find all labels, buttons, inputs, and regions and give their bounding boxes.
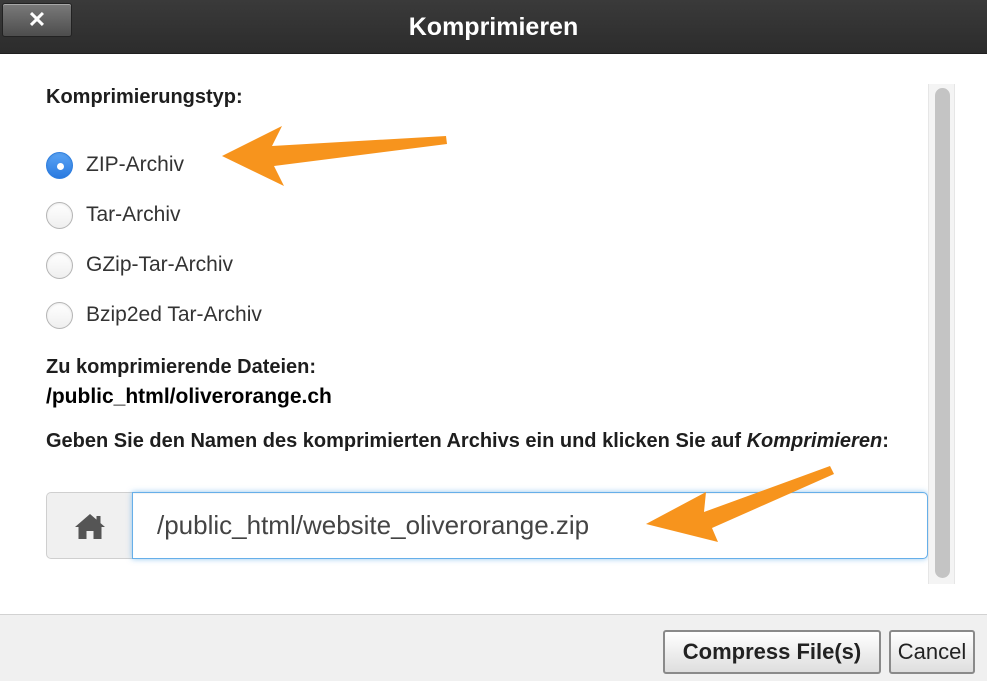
input-addon [46,492,132,559]
radio-button-bzip2-tar[interactable] [46,301,73,329]
radio-button-zip[interactable] [46,151,73,179]
dialog-title: Komprimieren [408,13,579,41]
radio-label-zip[interactable]: ZIP-Archiv [86,153,184,177]
radio-button-gzip-tar[interactable] [46,251,73,279]
radio-label-tar[interactable]: Tar-Archiv [86,203,181,227]
dialog-titlebar: ✕ Komprimieren [0,0,987,54]
cancel-button[interactable]: Cancel [889,630,975,674]
compress-files-button[interactable]: Compress File(s) [663,630,881,674]
radio-option-gzip-tar[interactable]: GZip-Tar-Archiv [46,240,262,290]
scrollbar-thumb[interactable] [935,88,950,578]
annotation-arrow-zip [222,126,447,186]
instruction-suffix: : [882,430,889,452]
compression-type-heading: Komprimierungstyp: [46,86,243,108]
instruction-emphasis: Komprimieren [746,430,883,452]
compression-type-section: Komprimierungstyp: [46,86,916,109]
instruction-text: Geben Sie den Namen des komprimierten Ar… [46,430,747,452]
radio-label-gzip-tar[interactable]: GZip-Tar-Archiv [86,253,233,277]
radio-option-tar[interactable]: Tar-Archiv [46,190,262,240]
files-path: /public_html/oliverorange.ch [46,385,332,408]
files-heading: Zu komprimierende Dateien: [46,356,317,378]
home-icon [74,513,105,539]
radio-label-bzip2-tar[interactable]: Bzip2ed Tar-Archiv [86,303,262,327]
archive-name-instruction: Geben Sie den Namen des komprimierten Ar… [46,428,906,455]
radio-option-bzip2-tar[interactable]: Bzip2ed Tar-Archiv [46,290,262,340]
radio-button-tar[interactable] [46,201,73,229]
annotation-arrow-input [646,466,834,542]
